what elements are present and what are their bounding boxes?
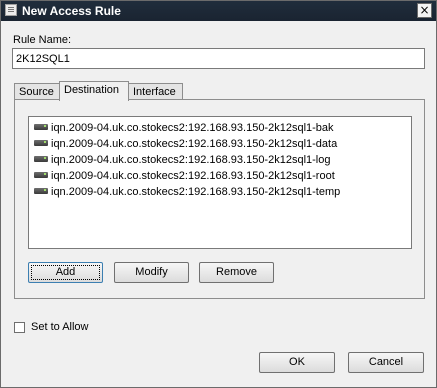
set-to-allow-label[interactable]: Set to Allow [31, 321, 88, 333]
disk-drive-icon [34, 172, 48, 179]
list-item-text: iqn.2009-04.uk.co.stokecs2:192.168.93.15… [51, 170, 335, 182]
new-access-rule-dialog: New Access Rule × Rule Name: Source Dest… [0, 0, 437, 388]
remove-button[interactable]: Remove [199, 262, 274, 283]
title-bar[interactable]: New Access Rule × [1, 1, 436, 21]
list-item-text: iqn.2009-04.uk.co.stokecs2:192.168.93.15… [51, 138, 338, 150]
window-title: New Access Rule [22, 4, 121, 18]
add-button[interactable]: Add [28, 262, 103, 283]
list-item-text: iqn.2009-04.uk.co.stokecs2:192.168.93.15… [51, 122, 334, 134]
disk-drive-icon [34, 140, 48, 147]
ok-button[interactable]: OK [259, 352, 335, 373]
list-item[interactable]: iqn.2009-04.uk.co.stokecs2:192.168.93.15… [34, 168, 335, 184]
close-button[interactable]: × [417, 3, 432, 18]
list-item-text: iqn.2009-04.uk.co.stokecs2:192.168.93.15… [51, 154, 331, 166]
tab-source[interactable]: Source [14, 83, 60, 100]
modify-button[interactable]: Modify [114, 262, 189, 283]
disk-drive-icon [34, 156, 48, 163]
window-icon [5, 4, 17, 16]
tab-destination[interactable]: Destination [59, 81, 129, 101]
rule-name-label: Rule Name: [13, 34, 72, 46]
list-item[interactable]: iqn.2009-04.uk.co.stokecs2:192.168.93.15… [34, 184, 340, 200]
disk-drive-icon [34, 124, 48, 131]
set-to-allow-checkbox[interactable] [14, 322, 25, 333]
list-item[interactable]: iqn.2009-04.uk.co.stokecs2:192.168.93.15… [34, 136, 337, 152]
cancel-button[interactable]: Cancel [348, 352, 424, 373]
destination-list[interactable]: iqn.2009-04.uk.co.stokecs2:192.168.93.15… [28, 116, 412, 249]
rule-name-input[interactable] [12, 48, 425, 69]
disk-drive-icon [34, 188, 48, 195]
tab-interface[interactable]: Interface [128, 83, 183, 100]
list-item[interactable]: iqn.2009-04.uk.co.stokecs2:192.168.93.15… [34, 152, 330, 168]
list-item[interactable]: iqn.2009-04.uk.co.stokecs2:192.168.93.15… [34, 120, 334, 136]
list-item-text: iqn.2009-04.uk.co.stokecs2:192.168.93.15… [51, 186, 341, 198]
destination-tab-panel: iqn.2009-04.uk.co.stokecs2:192.168.93.15… [14, 99, 425, 299]
